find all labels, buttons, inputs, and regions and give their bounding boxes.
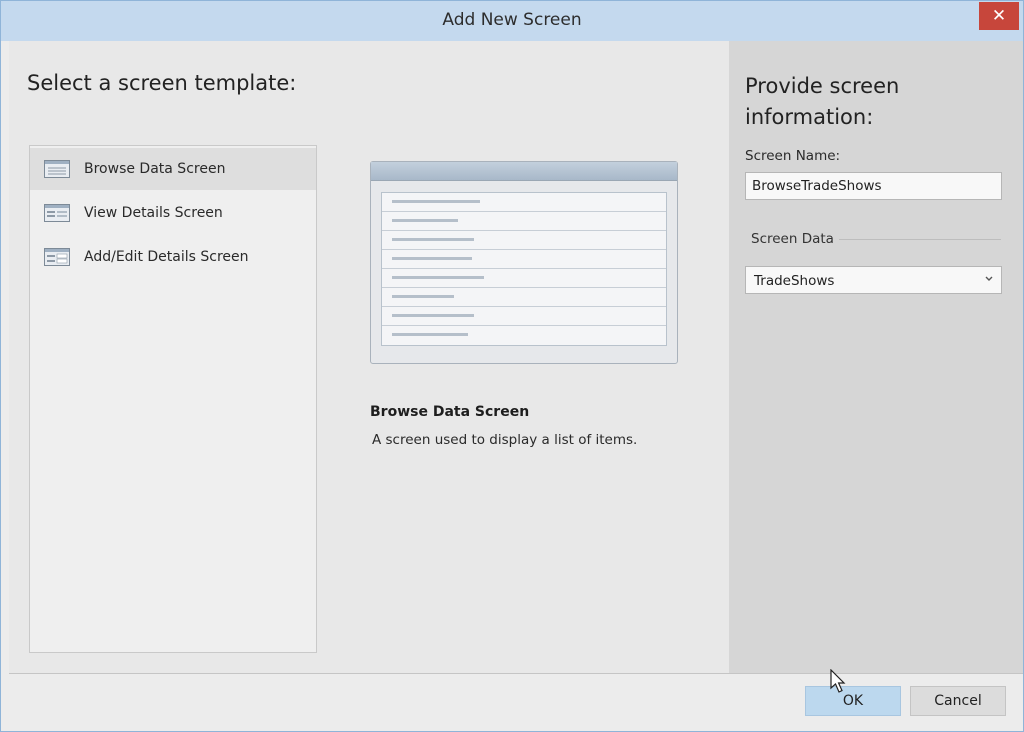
screen-info-panel: Provide screen information: Screen Name:… xyxy=(729,41,1023,673)
preview-row xyxy=(382,288,666,307)
preview-row xyxy=(382,212,666,231)
preview-header xyxy=(371,162,677,181)
dialog-title: Add New Screen xyxy=(442,10,582,30)
template-preview-image xyxy=(370,161,678,364)
template-label: Add/Edit Details Screen xyxy=(84,249,249,265)
preview-description: A screen used to display a list of items… xyxy=(372,432,638,448)
cancel-button[interactable]: Cancel xyxy=(910,686,1006,716)
chevron-down-icon xyxy=(985,276,993,281)
edit-details-screen-icon xyxy=(44,248,70,266)
browse-screen-icon xyxy=(44,160,70,178)
add-new-screen-dialog: Add New Screen ✕ Select a screen templat… xyxy=(0,0,1024,732)
title-bar: Add New Screen ✕ xyxy=(1,1,1023,41)
close-button[interactable]: ✕ xyxy=(979,2,1019,30)
screen-data-label: Screen Data xyxy=(751,231,834,247)
screen-info-heading: Provide screen information: xyxy=(745,74,900,129)
preview-grid xyxy=(381,192,667,346)
template-label: View Details Screen xyxy=(84,205,223,221)
screen-name-input[interactable] xyxy=(745,172,1002,200)
preview-title: Browse Data Screen xyxy=(370,404,530,420)
preview-row xyxy=(382,326,666,345)
group-divider xyxy=(839,239,1001,240)
template-item-add-edit-details[interactable]: Add/Edit Details Screen xyxy=(30,236,316,278)
preview-row xyxy=(382,307,666,326)
preview-row xyxy=(382,250,666,269)
preview-row xyxy=(382,193,666,212)
close-icon: ✕ xyxy=(991,6,1007,26)
preview-row xyxy=(382,269,666,288)
template-item-view-details[interactable]: View Details Screen xyxy=(30,192,316,234)
screen-name-label: Screen Name: xyxy=(745,148,841,164)
template-item-browse-data[interactable]: Browse Data Screen xyxy=(30,148,316,190)
template-list: Browse Data Screen View Details Screen A… xyxy=(29,145,317,653)
dialog-footer: OK Cancel xyxy=(1,674,1023,731)
screen-data-group: Screen Data xyxy=(751,231,1001,249)
ok-button[interactable]: OK xyxy=(805,686,901,716)
screen-data-select[interactable]: TradeShows xyxy=(745,266,1002,294)
template-panel: Select a screen template: Browse Data Sc… xyxy=(9,41,729,673)
template-label: Browse Data Screen xyxy=(84,161,226,177)
details-screen-icon xyxy=(44,204,70,222)
preview-row xyxy=(382,231,666,250)
screen-data-value: TradeShows xyxy=(754,273,835,289)
template-heading: Select a screen template: xyxy=(27,71,297,95)
mouse-cursor-icon xyxy=(830,669,846,693)
